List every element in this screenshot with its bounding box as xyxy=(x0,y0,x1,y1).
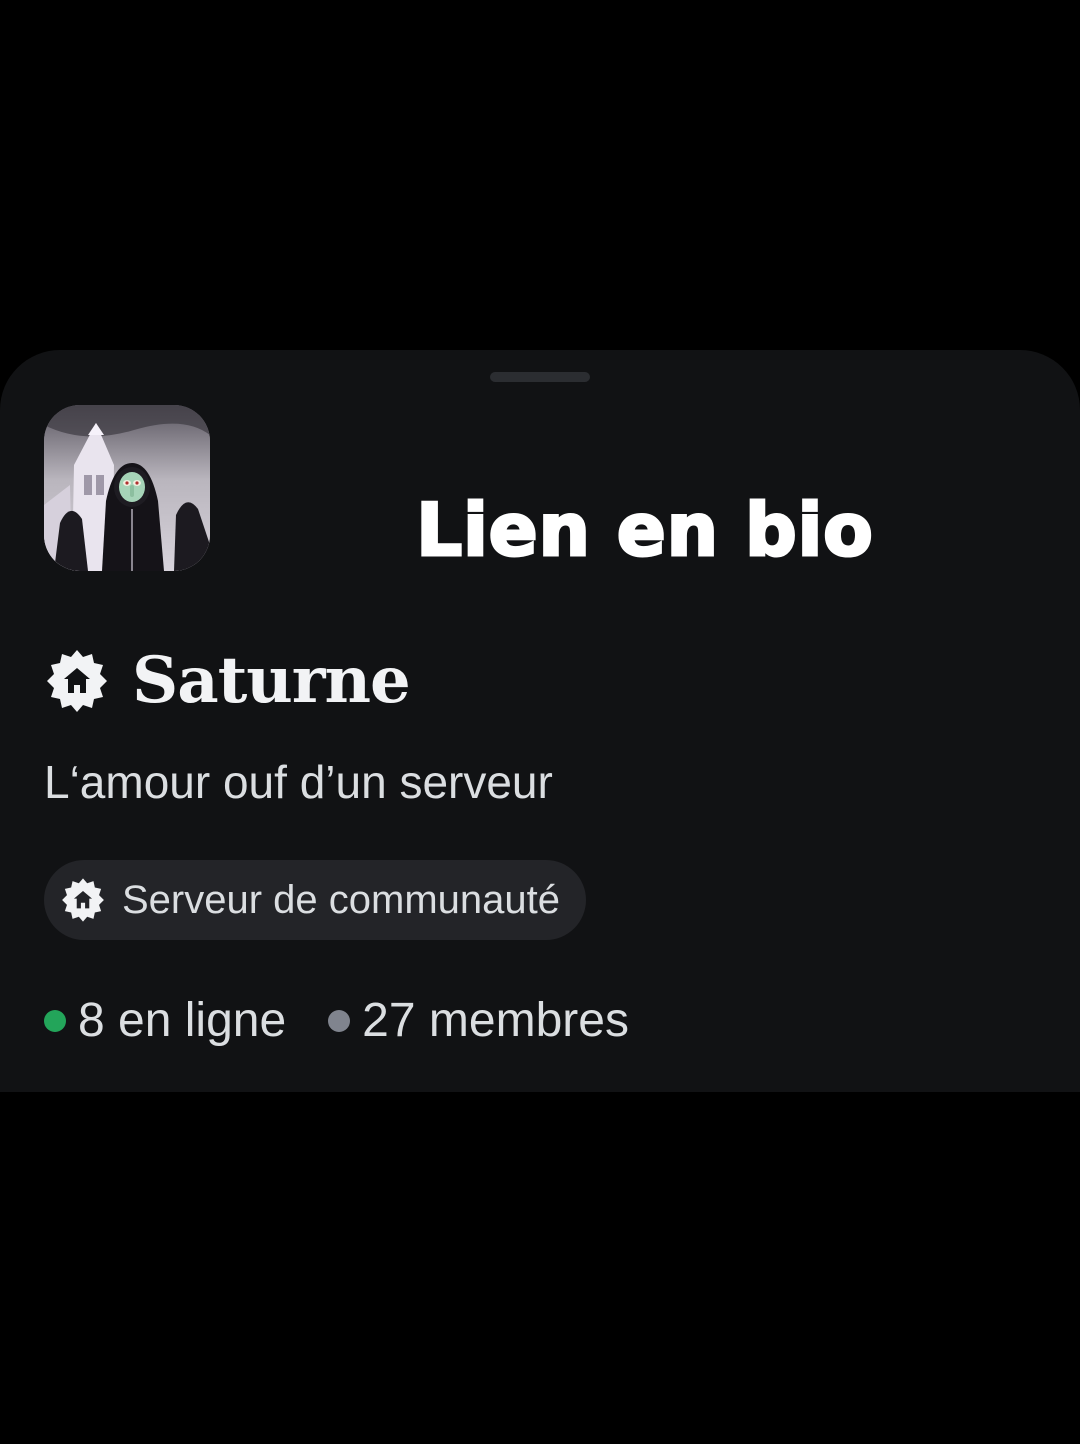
server-avatar[interactable] xyxy=(44,405,210,571)
member-count: 27 membres xyxy=(328,991,629,1051)
screen: Lien en bio Saturne L‘amour ouf d’un ser… xyxy=(0,0,1080,1444)
online-status-dot xyxy=(44,1010,66,1032)
sheet-drag-handle[interactable] xyxy=(490,372,590,382)
server-name: Saturne xyxy=(132,643,411,718)
server-info-sheet: Lien en bio Saturne L‘amour ouf d’un ser… xyxy=(0,350,1080,1092)
community-home-badge-icon xyxy=(44,648,110,714)
online-count-label: 8 en ligne xyxy=(78,994,287,1047)
server-stats: 8 en ligne 27 membres xyxy=(44,990,671,1052)
community-server-badge[interactable]: Serveur de communauté xyxy=(44,860,587,940)
community-home-badge-icon xyxy=(60,877,106,923)
member-count-label: 27 membres xyxy=(362,994,629,1047)
community-server-label: Serveur de communauté xyxy=(122,878,561,922)
server-name-row: Saturne xyxy=(44,640,411,722)
overlay-caption: Lien en bio xyxy=(415,487,875,574)
member-status-dot xyxy=(328,1010,351,1032)
server-description: L‘amour ouf d’un serveur xyxy=(44,756,553,808)
online-count: 8 en ligne xyxy=(44,991,286,1051)
server-avatar-image xyxy=(44,405,210,571)
